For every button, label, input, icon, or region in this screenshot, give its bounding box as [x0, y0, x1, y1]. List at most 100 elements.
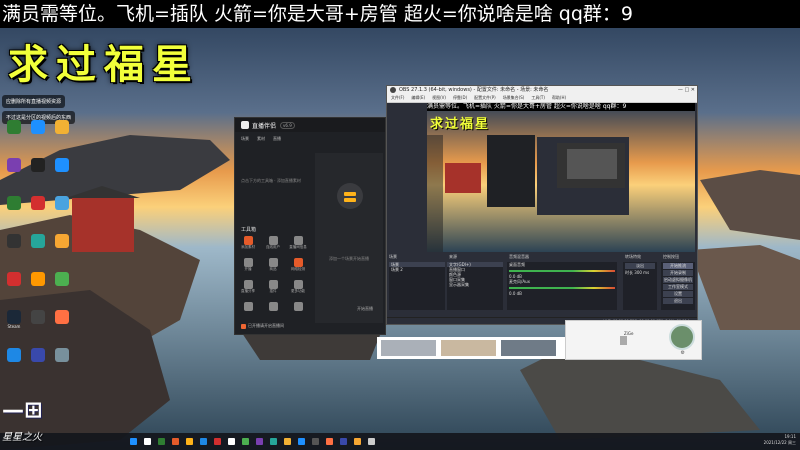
- stream-app-window[interactable]: 直播伴侣 v6.9 场景 素材 直播 点击下方的工具箱 · 添加直播素材 添加一…: [234, 117, 386, 335]
- tool-button[interactable]: 连线用户: [262, 236, 284, 250]
- menu-item[interactable]: 文件(F): [391, 95, 404, 100]
- taskbar-app-icon[interactable]: [368, 438, 375, 445]
- desktop-icon[interactable]: [4, 234, 24, 248]
- taskbar-app-icon[interactable]: [172, 438, 179, 445]
- volume-meter[interactable]: [509, 287, 615, 289]
- control-button[interactable]: 启动虚拟摄像机: [663, 277, 693, 283]
- toolbox-title: 工具箱: [241, 227, 257, 233]
- tool-button[interactable]: [262, 302, 284, 311]
- desktop-icon[interactable]: [52, 120, 72, 134]
- desktop-icon[interactable]: [52, 272, 72, 286]
- control-button[interactable]: 退出: [663, 298, 693, 304]
- stream-app-title: 直播伴侣: [252, 122, 277, 130]
- chat-popup[interactable]: ZiGe ⚙: [565, 320, 702, 360]
- tool-button[interactable]: 直播间信息: [287, 236, 309, 250]
- desktop-icon[interactable]: [52, 310, 72, 324]
- banner-text: 满员需等位。飞机=插队 火箭=你是大哥+房管 超火=你说啥是啥 qq群：9: [2, 3, 634, 25]
- tool-icon: [243, 280, 253, 289]
- taskbar-app-icon[interactable]: [242, 438, 249, 445]
- scene-icon[interactable]: [337, 183, 363, 209]
- app-icon: [31, 234, 45, 248]
- taskbar-app-icon[interactable]: [340, 438, 347, 445]
- taskbar-app-icon[interactable]: [186, 438, 193, 445]
- window-controls[interactable]: — □ ✕: [678, 86, 695, 94]
- start-live-button[interactable]: 开始直播: [357, 306, 373, 312]
- system-tray[interactable]: 19:11 2021/12/22 周三: [764, 434, 796, 446]
- desktop-icon[interactable]: [4, 120, 24, 134]
- desktop-icon[interactable]: [28, 310, 48, 324]
- control-button[interactable]: 开始录制: [663, 270, 693, 276]
- desktop-icon[interactable]: [28, 348, 48, 362]
- avatar[interactable]: [669, 324, 695, 350]
- tool-button[interactable]: 插件: [262, 280, 284, 294]
- taskbar-app-icon[interactable]: [256, 438, 263, 445]
- taskbar-app-icon[interactable]: [326, 438, 333, 445]
- desktop-icon[interactable]: [28, 158, 48, 172]
- thumbnail[interactable]: [381, 340, 436, 356]
- transition-select[interactable]: 淡出: [625, 263, 655, 269]
- taskbar-app-icon[interactable]: [130, 438, 137, 445]
- app-icon: [31, 120, 45, 134]
- tool-button[interactable]: [237, 302, 259, 311]
- taskbar-app-icon[interactable]: [214, 438, 221, 445]
- menu-item[interactable]: 配置文件(P): [474, 95, 496, 100]
- tool-button[interactable]: 直播分享: [237, 280, 259, 294]
- menu-item[interactable]: 工具(T): [531, 95, 545, 100]
- desktop-icon[interactable]: [28, 234, 48, 248]
- obs-preview[interactable]: 满员需等位。飞机=插队 火箭=你是大哥+房管 超火=你说啥是啥 qq群：9 求过…: [427, 103, 695, 252]
- desktop-icon[interactable]: [4, 348, 24, 362]
- taskbar-app-icon[interactable]: [284, 438, 291, 445]
- menu-item[interactable]: 场景集合(S): [503, 95, 525, 100]
- desktop-icon[interactable]: [52, 158, 72, 172]
- tool-icon: [293, 258, 303, 267]
- tool-icon: [243, 258, 253, 267]
- menu-item[interactable]: 视图(V): [432, 95, 446, 100]
- taskbar-app-icon[interactable]: [228, 438, 235, 445]
- transition-duration[interactable]: 时长 300 ms: [623, 270, 657, 275]
- desktop-icon[interactable]: [28, 120, 48, 134]
- taskbar-app-icon[interactable]: [354, 438, 361, 445]
- volume-meter[interactable]: [509, 270, 615, 272]
- taskbar-app-icon[interactable]: [270, 438, 277, 445]
- desktop-icon[interactable]: [52, 196, 72, 210]
- tab-material[interactable]: 素材: [257, 136, 265, 142]
- control-button[interactable]: 工作室模式: [663, 284, 693, 290]
- thumbnail[interactable]: [441, 340, 496, 356]
- menu-item[interactable]: 帮助(H): [552, 95, 566, 100]
- taskbar-app-icon[interactable]: [312, 438, 319, 445]
- watermark-text: 星星之火: [2, 432, 42, 443]
- menu-item[interactable]: 停靠(D): [453, 95, 467, 100]
- desktop-icon[interactable]: [4, 196, 24, 210]
- taskbar-app-icon[interactable]: [298, 438, 305, 445]
- obs-window[interactable]: OBS 27.1.3 (64-bit, windows) - 配置文件: 未命名…: [386, 85, 698, 325]
- add-scene-hint[interactable]: 添加一个场景开始直播: [329, 256, 369, 262]
- desktop-icon[interactable]: [28, 196, 48, 210]
- taskbar-app-icon[interactable]: [200, 438, 207, 445]
- source-item[interactable]: 显示器采集: [447, 282, 503, 287]
- tool-button[interactable]: 开播: [237, 258, 259, 272]
- tool-button[interactable]: [287, 302, 309, 311]
- tab-scene[interactable]: 场景: [241, 136, 249, 142]
- tab-live[interactable]: 直播: [273, 136, 281, 142]
- desktop-icon[interactable]: [52, 234, 72, 248]
- tool-button[interactable]: 网络检测: [287, 258, 309, 272]
- settings-icon[interactable]: ⚙: [681, 350, 685, 356]
- app-icon: [7, 120, 21, 134]
- tool-button[interactable]: 更多功能: [287, 280, 309, 294]
- thumbnail[interactable]: [501, 340, 556, 356]
- tool-button[interactable]: 添加素材: [237, 236, 259, 250]
- desktop-icon[interactable]: [4, 158, 24, 172]
- control-button[interactable]: 开始推流: [663, 263, 693, 269]
- tool-label: 插件: [269, 289, 277, 293]
- desktop-icon[interactable]: [28, 272, 48, 286]
- scene-item[interactable]: 场景 2: [389, 267, 445, 272]
- desktop-icon[interactable]: [4, 272, 24, 286]
- desktop-icon[interactable]: Steam: [4, 310, 24, 329]
- taskbar-app-icon[interactable]: [158, 438, 165, 445]
- taskbar-app-icon[interactable]: [144, 438, 151, 445]
- tool-button[interactable]: 商品: [262, 258, 284, 272]
- app-icon: [7, 196, 21, 210]
- control-button[interactable]: 设置: [663, 291, 693, 297]
- desktop-icon[interactable]: [52, 348, 72, 362]
- menu-item[interactable]: 编辑(E): [411, 95, 425, 100]
